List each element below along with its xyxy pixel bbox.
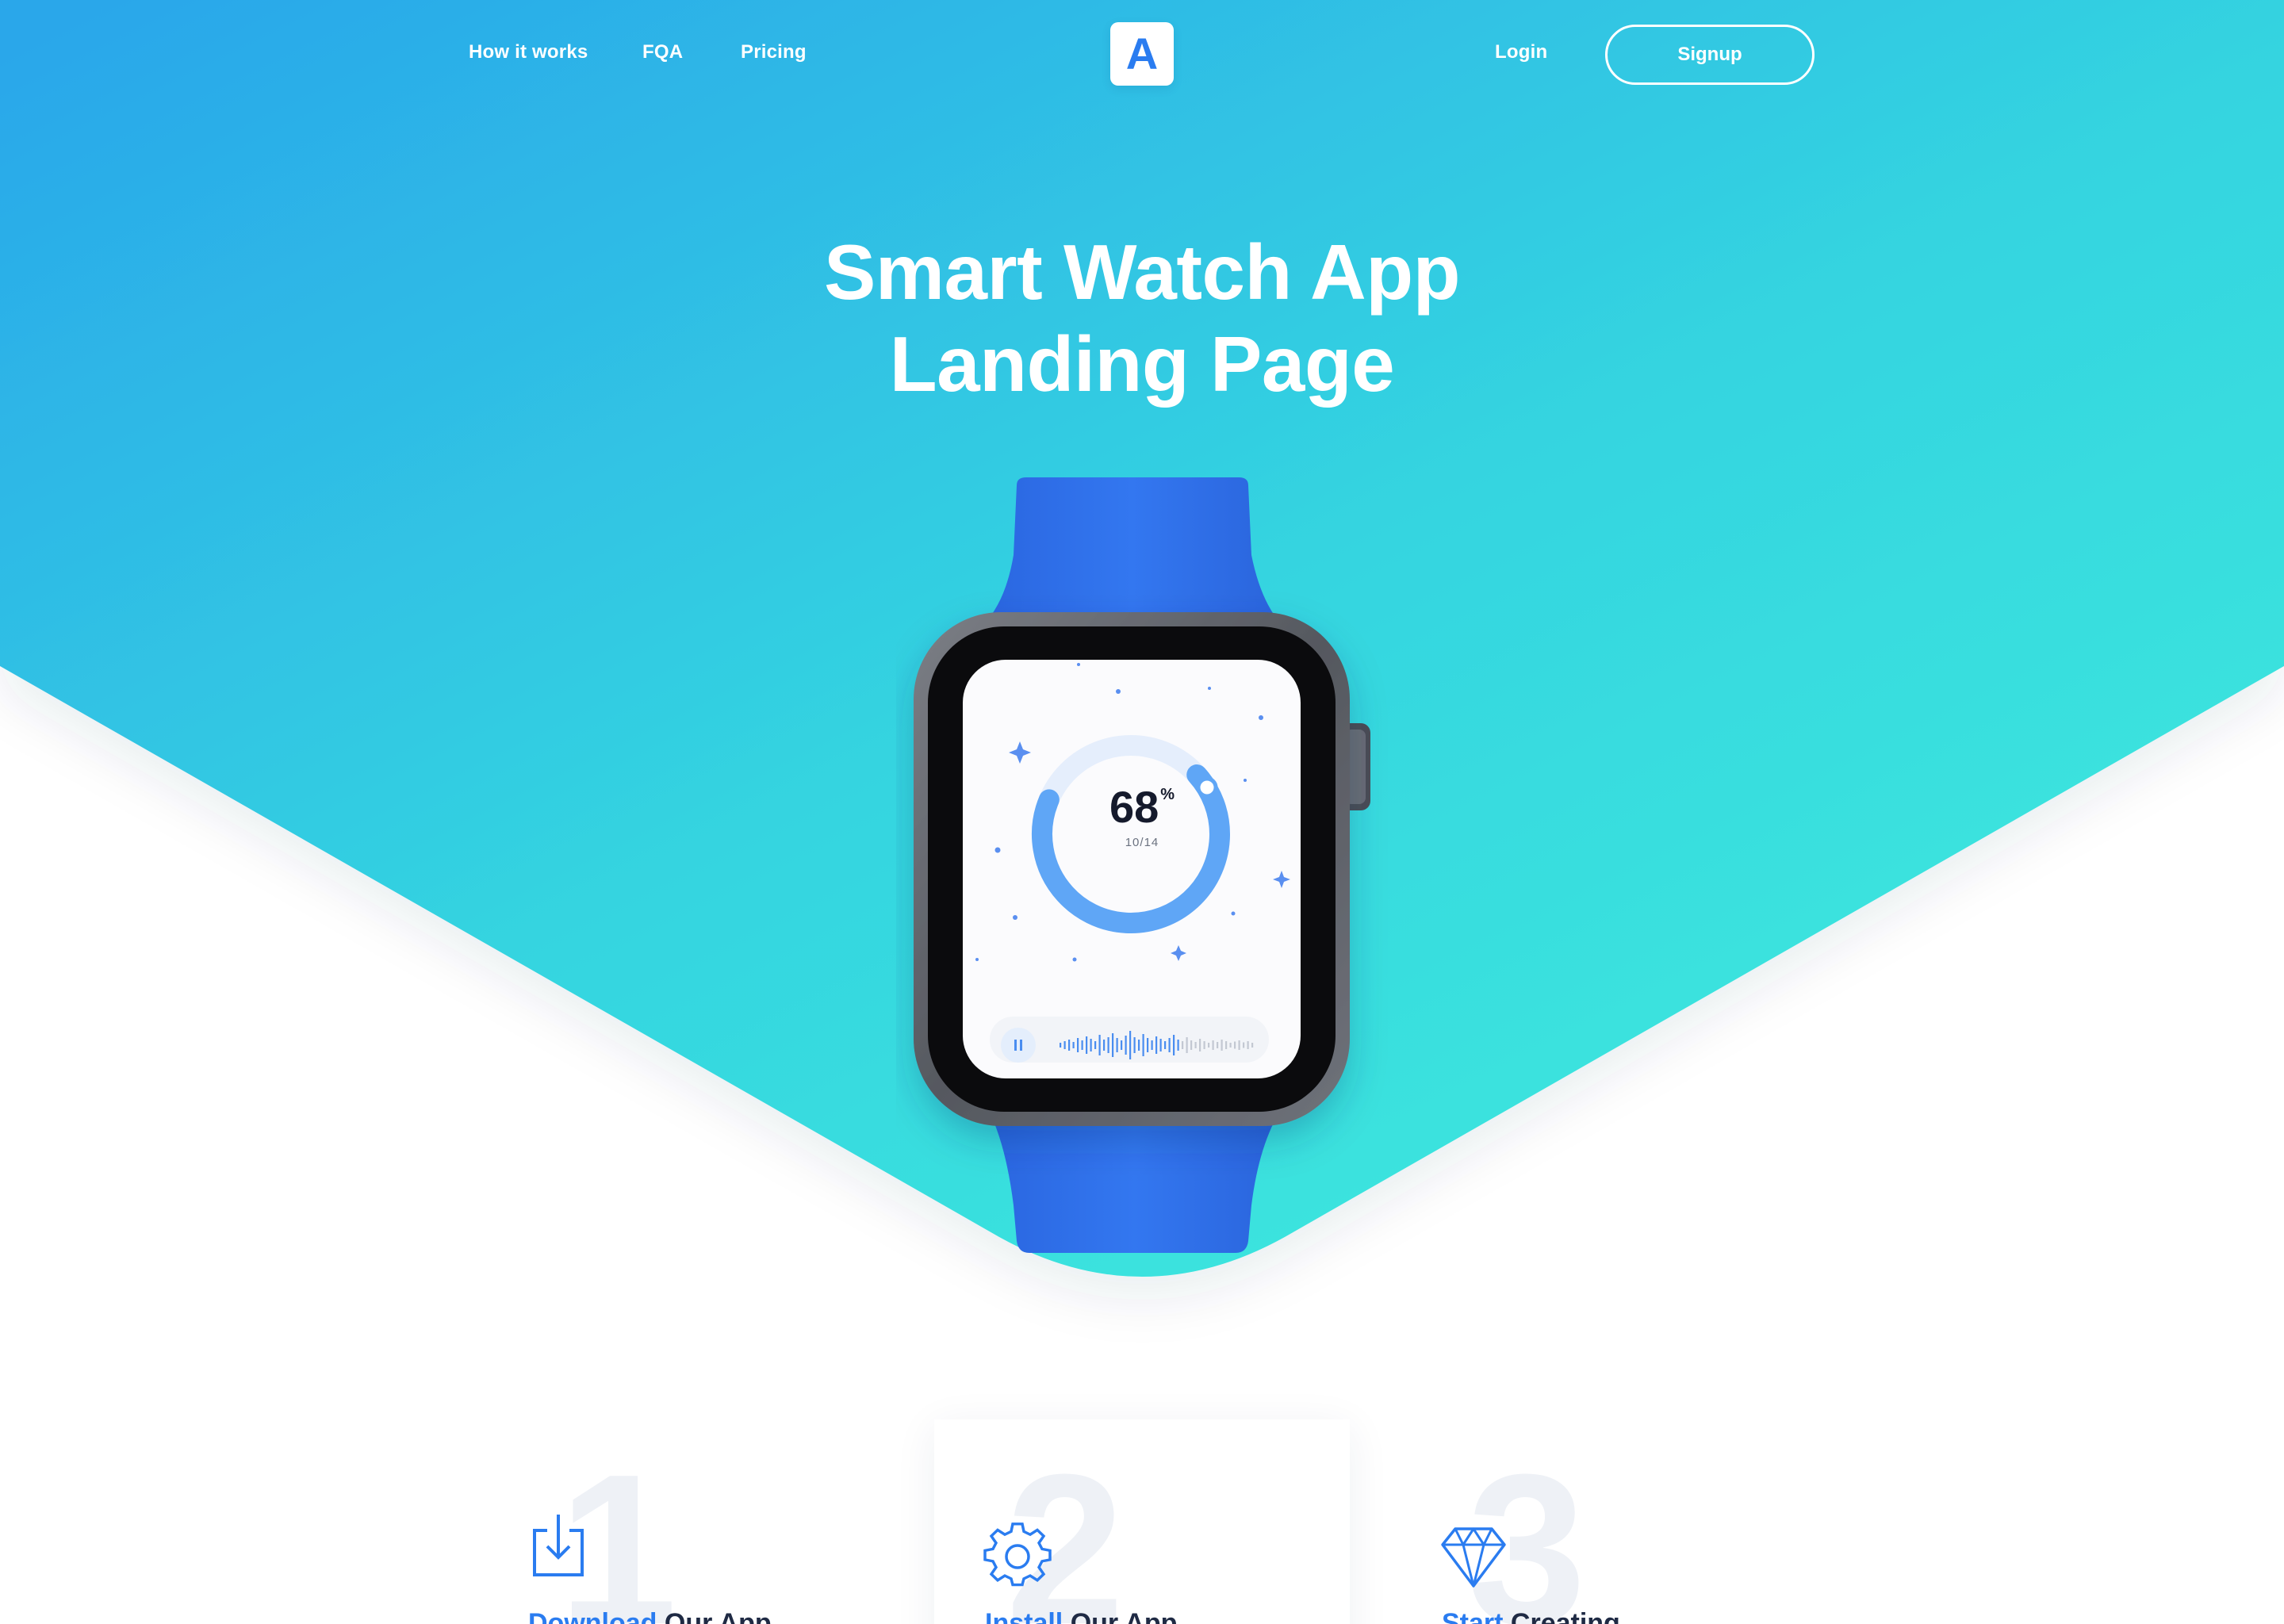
hero-title-line-1: Smart Watch App	[824, 228, 1460, 316]
step-title-1: Download Our App	[528, 1608, 772, 1624]
step-title-2-accent: Install	[985, 1608, 1063, 1624]
waveform-bar	[1203, 1041, 1205, 1049]
waveform-bar	[1063, 1041, 1066, 1049]
waveform-bar	[1199, 1039, 1201, 1051]
waveform-bar	[1107, 1037, 1109, 1053]
step-title-3-rest: Creating	[1503, 1608, 1620, 1624]
step-title-2-rest: Our App	[1063, 1608, 1178, 1624]
nav-fqa[interactable]: FQA	[642, 41, 683, 63]
waveform-bar	[1081, 1040, 1083, 1050]
login-link[interactable]: Login	[1495, 41, 1547, 63]
waveform-bar	[1121, 1040, 1123, 1050]
waveform-bar	[1251, 1043, 1254, 1048]
hero-title-line-2: Landing Page	[889, 320, 1395, 408]
waveform-bar	[1103, 1040, 1106, 1051]
waveform-bar	[1243, 1042, 1245, 1048]
waveform-bar	[1221, 1040, 1223, 1051]
waveform-bar	[1133, 1037, 1136, 1053]
waveform-bar	[1077, 1038, 1079, 1052]
watch-progress-readout: 68% 10/14	[1055, 782, 1229, 850]
step-title-1-accent: Download	[528, 1608, 657, 1624]
waveform-bar	[1238, 1040, 1240, 1050]
waveform-bar	[1147, 1038, 1149, 1052]
waveform-bar	[1177, 1040, 1179, 1051]
waveform-bar	[1164, 1041, 1167, 1049]
brand-logo[interactable]: A	[1110, 22, 1174, 86]
step-card-highlight	[934, 1419, 1350, 1624]
waveform-bar	[1116, 1038, 1118, 1052]
waveform-bar	[1060, 1043, 1062, 1048]
signup-button[interactable]: Signup	[1605, 25, 1815, 85]
waveform-bar	[1138, 1040, 1140, 1051]
waveform-bar	[1098, 1035, 1101, 1055]
waveform-bar	[1168, 1038, 1171, 1052]
waveform-bar	[1217, 1042, 1219, 1048]
waveform-bar	[1173, 1035, 1175, 1055]
waveform-bar	[1072, 1042, 1075, 1048]
nav-pricing[interactable]: Pricing	[741, 41, 807, 63]
waveform-bar	[1194, 1042, 1197, 1048]
gear-icon	[983, 1522, 1052, 1587]
waveform-bar	[1086, 1036, 1088, 1054]
waveform-bar	[1159, 1039, 1162, 1051]
step-title-3: Start Creating	[1442, 1608, 1620, 1624]
waveform-bar	[1190, 1040, 1193, 1050]
waveform-bar	[1155, 1036, 1158, 1054]
step-title-1-rest: Our App	[657, 1608, 772, 1624]
waveform-bar	[1094, 1041, 1097, 1049]
waveform-bar	[1142, 1034, 1144, 1056]
waveform-bar	[1068, 1040, 1071, 1051]
watch-progress-value: 68	[1109, 782, 1159, 832]
watch-progress-sublabel: 10/14	[1125, 836, 1159, 849]
smartwatch-illustration	[914, 477, 1370, 1253]
step-title-3-accent: Start	[1442, 1608, 1504, 1624]
waveform-bar	[1229, 1043, 1232, 1048]
step-title-2: Install Our App	[985, 1608, 1177, 1624]
waveform-bar	[1125, 1036, 1127, 1055]
waveform-bar	[1208, 1043, 1210, 1048]
diamond-icon	[1441, 1527, 1506, 1588]
waveform-bar	[1112, 1033, 1114, 1057]
waveform-bar	[1090, 1039, 1092, 1051]
nav-how-it-works[interactable]: How it works	[469, 41, 588, 63]
waveform-bar	[1234, 1041, 1236, 1049]
waveform-bar	[1186, 1037, 1188, 1053]
waveform-bar	[1247, 1041, 1249, 1049]
download-icon	[533, 1515, 584, 1576]
waveform-bar	[1182, 1041, 1184, 1049]
waveform-bar	[1212, 1040, 1214, 1050]
waveform-bar	[1151, 1040, 1153, 1050]
hero-title: Smart Watch App Landing Page	[666, 226, 1618, 410]
waveform-bar	[1129, 1031, 1132, 1059]
watch-progress-unit: %	[1160, 786, 1175, 803]
waveform-bar	[1225, 1041, 1228, 1049]
